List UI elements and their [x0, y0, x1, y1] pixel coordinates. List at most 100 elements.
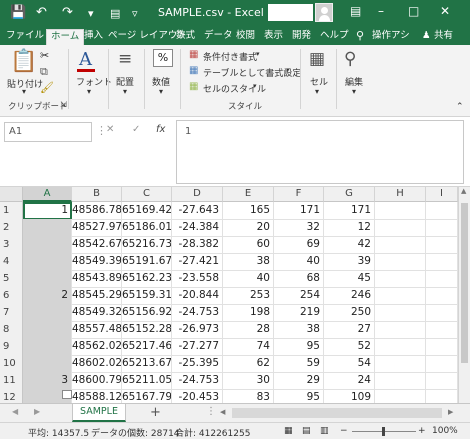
customize-icon[interactable]: ▿ [132, 7, 138, 20]
lightbulb-icon[interactable]: ⚲ [356, 29, 364, 45]
format-painter-icon[interactable]: 🖌 [40, 81, 54, 94]
cell-h10[interactable] [375, 355, 426, 373]
cell-b12[interactable]: 48588.12 [72, 389, 122, 403]
column-header-i[interactable]: I [426, 187, 458, 202]
cell-g3[interactable]: 42 [324, 236, 375, 254]
column-header-a[interactable]: A [23, 187, 72, 202]
column-header-g[interactable]: G [324, 187, 375, 202]
cell-i7[interactable] [426, 304, 458, 322]
cell-i2[interactable] [426, 219, 458, 237]
scroll-right-icon[interactable]: ▶ [448, 408, 453, 416]
cell-g11[interactable]: 24 [324, 372, 375, 390]
row-header[interactable]: 4 [0, 253, 23, 271]
cell-i9[interactable] [426, 338, 458, 356]
row-header[interactable]: 11 [0, 372, 23, 390]
cell-g5[interactable]: 45 [324, 270, 375, 288]
name-box[interactable]: A1 [4, 122, 92, 142]
cell-h2[interactable] [375, 219, 426, 237]
cell-c4[interactable]: 65191.67 [122, 253, 172, 271]
cell-i5[interactable] [426, 270, 458, 288]
cell-g9[interactable]: 52 [324, 338, 375, 356]
column-header-c[interactable]: C [122, 187, 172, 202]
scroll-left-icon[interactable]: ◀ [220, 408, 225, 416]
tab-formulas[interactable]: 数式 [176, 29, 195, 45]
cell-d7[interactable]: -24.753 [172, 304, 223, 322]
scrollbar-thumb[interactable] [461, 203, 468, 363]
row-header[interactable]: 2 [0, 219, 23, 237]
clipboard-launcher-icon[interactable]: ⇲ [60, 100, 67, 109]
cell-d12[interactable]: -20.453 [172, 389, 223, 403]
cell-f7[interactable]: 219 [274, 304, 324, 322]
minimize-button[interactable]: – [378, 4, 384, 18]
scroll-up-icon[interactable]: ▲ [461, 187, 466, 195]
row-header[interactable]: 5 [0, 270, 23, 288]
cell-h7[interactable] [375, 304, 426, 322]
cell-h4[interactable] [375, 253, 426, 271]
page-layout-view-icon[interactable]: ▤ [302, 426, 311, 436]
cell-c1[interactable]: 65169.42 [122, 202, 172, 220]
cell-i10[interactable] [426, 355, 458, 373]
column-header-f[interactable]: F [274, 187, 324, 202]
prev-sheet-icon[interactable]: ◀ [12, 407, 18, 416]
cell-i4[interactable] [426, 253, 458, 271]
cell-c9[interactable]: 65217.46 [122, 338, 172, 356]
cell-e11[interactable]: 30 [223, 372, 274, 390]
cell-f10[interactable]: 59 [274, 355, 324, 373]
horizontal-scrollbar[interactable] [232, 408, 442, 418]
cell-e4[interactable]: 38 [223, 253, 274, 271]
cell-b10[interactable]: 48602.02 [72, 355, 122, 373]
cell-i11[interactable] [426, 372, 458, 390]
tab-split-icon[interactable]: ⋮ [206, 406, 216, 417]
cell-b4[interactable]: 48549.39 [72, 253, 122, 271]
cell-i1[interactable] [426, 202, 458, 220]
cut-icon[interactable]: ✂ [40, 49, 49, 62]
tab-developer[interactable]: 開発 [292, 29, 311, 45]
cell-e6[interactable]: 253 [223, 287, 274, 305]
undo-icon[interactable]: ↶ [36, 5, 47, 20]
cell-e3[interactable]: 60 [223, 236, 274, 254]
add-sheet-button[interactable]: + [150, 405, 161, 420]
cell-c10[interactable]: 65213.67 [122, 355, 172, 373]
copy-icon[interactable]: ⧉ [40, 65, 48, 79]
cell-i3[interactable] [426, 236, 458, 254]
cell-d3[interactable]: -28.382 [172, 236, 223, 254]
maximize-button[interactable]: □ [408, 4, 419, 18]
cell-g10[interactable]: 54 [324, 355, 375, 373]
cell-b7[interactable]: 48549.32 [72, 304, 122, 322]
cell-h9[interactable] [375, 338, 426, 356]
cell-a8[interactable] [23, 321, 72, 339]
cell-f3[interactable]: 69 [274, 236, 324, 254]
cell-d6[interactable]: -20.844 [172, 287, 223, 305]
cell-c8[interactable]: 65152.28 [122, 321, 172, 339]
cell-h6[interactable] [375, 287, 426, 305]
cell-g2[interactable]: 12 [324, 219, 375, 237]
cell-i6[interactable] [426, 287, 458, 305]
cell-a2[interactable] [23, 219, 72, 237]
cell-i12[interactable] [426, 389, 458, 403]
align-dropdown-icon[interactable]: ▾ [123, 87, 127, 96]
cell-g4[interactable]: 39 [324, 253, 375, 271]
cell-d8[interactable]: -26.973 [172, 321, 223, 339]
paste-dropdown-icon[interactable]: ▾ [22, 87, 26, 96]
vertical-scrollbar[interactable]: ▲ [458, 187, 470, 403]
redo-icon[interactable]: ↷ [62, 5, 73, 20]
row-header[interactable]: 3 [0, 236, 23, 254]
column-header-b[interactable]: B [72, 187, 122, 202]
tab-view[interactable]: 表示 [264, 29, 283, 45]
tab-help[interactable]: ヘルプ [320, 29, 349, 45]
close-button[interactable]: ✕ [440, 4, 450, 18]
cell-a5[interactable] [23, 270, 72, 288]
tab-review[interactable]: 校閲 [236, 29, 255, 45]
cell-b3[interactable]: 48542.67 [72, 236, 122, 254]
cell-h8[interactable] [375, 321, 426, 339]
account-name-box[interactable] [268, 4, 313, 21]
row-header[interactable]: 6 [0, 287, 23, 305]
cell-a7[interactable] [23, 304, 72, 322]
cell-f12[interactable]: 95 [274, 389, 324, 403]
enter-icon[interactable]: ✓ [132, 124, 140, 135]
paste-options-icon[interactable] [62, 390, 72, 399]
next-sheet-icon[interactable]: ▶ [34, 407, 40, 416]
select-all-corner[interactable] [0, 187, 23, 202]
page-break-view-icon[interactable]: ▥ [320, 426, 329, 436]
cell-b2[interactable]: 48527.97 [72, 219, 122, 237]
